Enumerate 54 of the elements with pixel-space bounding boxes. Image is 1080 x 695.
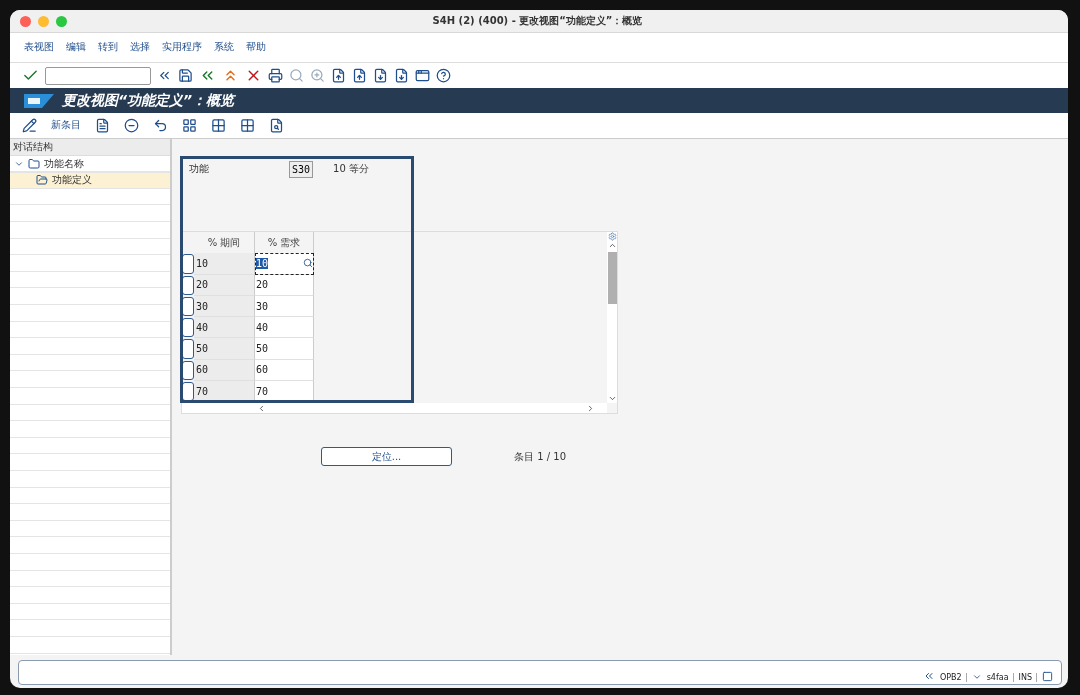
menu-item[interactable]: 实用程序 — [162, 41, 202, 54]
table-cell: 70 — [194, 381, 255, 403]
input-cell[interactable]: 10 — [255, 253, 314, 275]
input-cell[interactable]: 60 — [255, 359, 314, 382]
tree-item[interactable]: 功能名称 — [10, 156, 170, 173]
scroll-down-icon[interactable] — [607, 394, 617, 403]
input-mode: INS — [1018, 673, 1037, 682]
table-cell: 50 — [194, 338, 255, 360]
window-icon[interactable] — [415, 68, 430, 83]
input-cell[interactable]: 30 — [255, 295, 314, 318]
server-name: s4faa — [986, 673, 1014, 682]
scroll-up-icon[interactable] — [607, 241, 617, 250]
menu-item[interactable]: 编辑 — [66, 41, 86, 54]
close-button[interactable] — [20, 15, 31, 27]
scroll-right-icon[interactable] — [586, 403, 595, 413]
menu-item[interactable]: 转到 — [98, 41, 118, 54]
menu-item[interactable]: 帮助 — [246, 41, 266, 54]
menu-item[interactable]: 选择 — [130, 41, 150, 54]
undo-icon[interactable] — [153, 118, 168, 133]
menu-item[interactable]: 表视图 — [24, 41, 54, 54]
horizontal-scrollbar[interactable] — [182, 403, 607, 413]
menu-item[interactable]: 系统 — [214, 41, 234, 54]
input-cell[interactable]: 70 — [255, 381, 314, 403]
window-title: S4H (2) (400) - 更改视图“功能定义”：概览 — [431, 14, 644, 28]
save-icon[interactable] — [178, 68, 193, 83]
scroll-left-icon[interactable] — [257, 403, 266, 413]
input-cell[interactable]: 50 — [255, 338, 314, 360]
logo-icon — [24, 93, 54, 108]
screen-title: 更改视图“功能定义”：概览 — [62, 91, 235, 110]
input-cell[interactable]: 20 — [255, 274, 314, 296]
value-help-icon[interactable] — [303, 258, 313, 269]
table-cell: 20 — [194, 274, 255, 296]
dropdown-icon[interactable] — [971, 672, 982, 682]
field-label: 功能 — [189, 162, 210, 176]
table-cell: 40 — [194, 317, 255, 339]
table-cell: 60 — [194, 359, 255, 382]
folder-icon — [36, 174, 48, 187]
new-entries-button[interactable]: 新条目 — [51, 119, 81, 132]
table-cell: 30 — [194, 295, 255, 318]
input-cell[interactable]: 40 — [255, 317, 314, 339]
field-description: 10 等分 — [333, 162, 369, 176]
command-field[interactable] — [45, 66, 151, 85]
printer-icon[interactable] — [268, 68, 283, 83]
key-field: S30 — [289, 160, 314, 178]
document-search-icon[interactable] — [269, 118, 284, 133]
help-icon[interactable] — [436, 68, 451, 83]
vertical-scrollbar[interactable] — [607, 232, 617, 403]
folder-icon — [28, 157, 40, 170]
position-button[interactable]: 定位... — [321, 447, 452, 466]
transaction-code: OPB2 — [940, 673, 967, 682]
pencil-icon[interactable] — [22, 118, 37, 133]
panel-header: 对话结构 — [10, 139, 170, 156]
table-cell: 10 — [194, 253, 255, 275]
entry-count: 条目 1 / 10 — [514, 449, 566, 464]
